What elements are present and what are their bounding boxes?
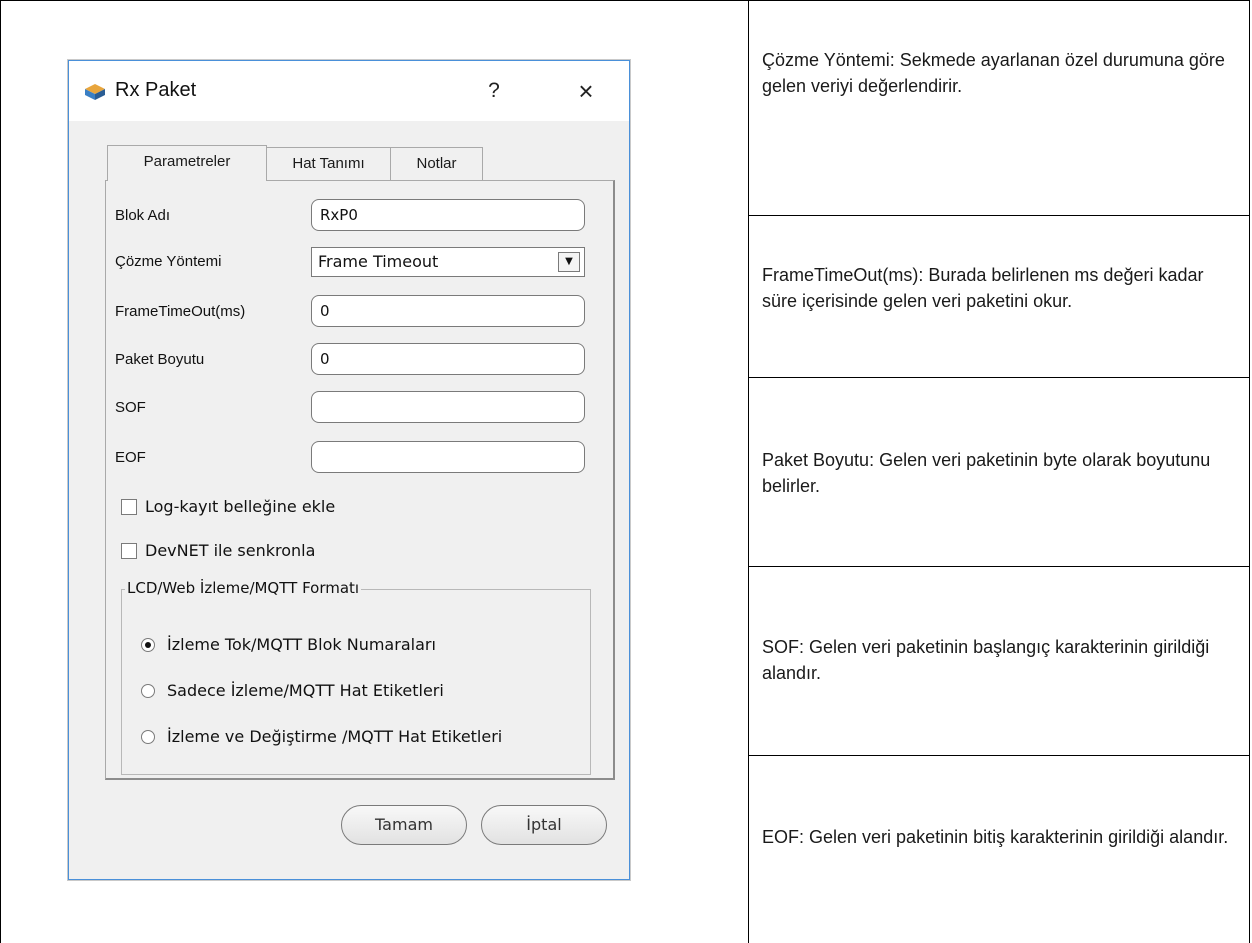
close-button[interactable]: × xyxy=(561,73,611,109)
note-eof: EOF: Gelen veri paketinin bitiş karakter… xyxy=(762,827,1229,847)
ok-button[interactable]: Tamam xyxy=(341,805,467,845)
tab-parametreler[interactable]: Parametreler xyxy=(107,145,267,181)
dropdown-arrow-icon[interactable]: ▼ xyxy=(558,252,580,272)
cancel-button[interactable]: İptal xyxy=(481,805,607,845)
eof-label: EOF xyxy=(115,449,146,466)
column-divider xyxy=(748,0,749,943)
dialog-title: Rx Paket xyxy=(115,79,197,101)
help-button[interactable]: ? xyxy=(469,73,519,109)
log-checkbox[interactable] xyxy=(121,499,137,515)
frame-timeout-input[interactable]: 0 xyxy=(311,295,585,327)
note-decode-method: Çözme Yöntemi: Sekmede ayarlanan özel du… xyxy=(762,50,1225,96)
radio-button[interactable] xyxy=(141,730,155,744)
format-group-legend: LCD/Web İzleme/MQTT Formatı xyxy=(125,579,362,597)
title-bar: Rx Paket ? × xyxy=(69,61,629,121)
block-name-input[interactable]: RxP0 xyxy=(311,199,585,231)
row-divider xyxy=(748,377,1250,378)
devnet-checkbox-row[interactable]: DevNET ile senkronla xyxy=(121,541,315,560)
radio-button[interactable] xyxy=(141,638,155,652)
tab-notlar[interactable]: Notlar xyxy=(391,147,483,181)
eof-input[interactable] xyxy=(311,441,585,473)
decode-method-value: Frame Timeout xyxy=(318,252,439,271)
tab-hat-tanimi[interactable]: Hat Tanımı xyxy=(267,147,391,181)
radio-button[interactable] xyxy=(141,684,155,698)
packet-size-input[interactable]: 0 xyxy=(311,343,585,375)
log-checkbox-row[interactable]: Log-kayıt belleğine ekle xyxy=(121,497,335,516)
radio-label: İzleme ve Değiştirme /MQTT Hat Etiketler… xyxy=(167,727,503,746)
radio-label: Sadece İzleme/MQTT Hat Etiketleri xyxy=(167,681,444,700)
note-frame-timeout: FrameTimeOut(ms): Burada belirlenen ms d… xyxy=(762,265,1204,311)
packet-size-label: Paket Boyutu xyxy=(115,351,205,368)
note-packet-size: Paket Boyutu: Gelen veri paketinin byte … xyxy=(762,450,1211,496)
note-sof: SOF: Gelen veri paketinin başlangıç kara… xyxy=(762,637,1210,683)
rx-paket-dialog: Rx Paket ? × Parametreler Hat Tanımı Not… xyxy=(68,60,630,880)
row-divider xyxy=(748,215,1250,216)
decode-method-select[interactable]: Frame Timeout ▼ xyxy=(311,247,585,277)
decode-method-label: Çözme Yöntemi xyxy=(115,253,222,270)
radio-label: İzleme Tok/MQTT Blok Numaraları xyxy=(167,635,436,654)
devnet-checkbox-label: DevNET ile senkronla xyxy=(145,541,316,560)
devnet-checkbox[interactable] xyxy=(121,543,137,559)
log-checkbox-label: Log-kayıt belleğine ekle xyxy=(145,497,336,516)
radio-option-block-numbers[interactable]: İzleme Tok/MQTT Blok Numaraları xyxy=(141,635,436,654)
block-name-label: Blok Adı xyxy=(115,207,171,224)
radio-option-monitor-modify[interactable]: İzleme ve Değiştirme /MQTT Hat Etiketler… xyxy=(141,727,502,746)
sof-label: SOF xyxy=(115,399,146,416)
row-divider xyxy=(748,755,1250,756)
app-icon xyxy=(85,84,105,100)
frame-timeout-label: FrameTimeOut(ms) xyxy=(115,303,246,320)
radio-option-monitor-only[interactable]: Sadece İzleme/MQTT Hat Etiketleri xyxy=(141,681,444,700)
row-divider xyxy=(748,566,1250,567)
sof-input[interactable] xyxy=(311,391,585,423)
